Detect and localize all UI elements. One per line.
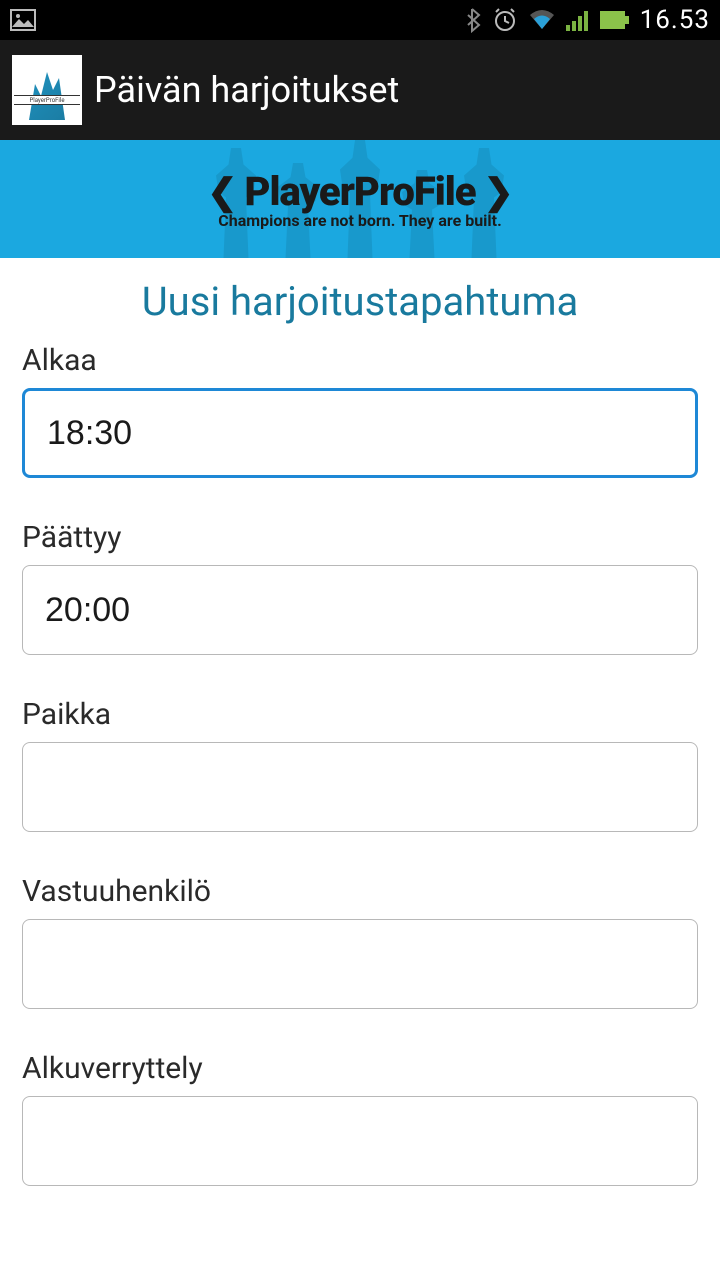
input-paattyy[interactable] [22,565,698,655]
picture-icon [10,9,36,31]
brand-logo: ❮ PlayerProFile ❯ Champions are not born… [207,168,512,230]
app-icon[interactable]: PlayerProFile [12,55,82,125]
battery-icon [600,11,630,29]
bluetooth-icon [464,7,482,33]
form-title: Uusi harjoitustapahtuma [22,278,698,325]
wifi-icon [528,9,556,31]
status-bar: 16.53 [0,0,720,40]
brand-name: PlayerProFile [244,168,475,215]
signal-icon [566,9,590,31]
field-group-paattyy: Päättyy [22,520,698,655]
field-group-alkuverryttely: Alkuverryttely [22,1051,698,1186]
input-alkaa[interactable] [22,388,698,478]
input-paikka[interactable] [22,742,698,832]
label-alkaa: Alkaa [22,343,698,378]
status-time: 16.53 [640,5,710,35]
label-paikka: Paikka [22,697,698,732]
status-right: 16.53 [464,5,710,35]
chevron-left-icon: ❮ [207,171,236,213]
field-group-paikka: Paikka [22,697,698,832]
app-bar-title: Päivän harjoitukset [94,69,399,111]
label-alkuverryttely: Alkuverryttely [22,1051,698,1086]
label-paattyy: Päättyy [22,520,698,555]
field-group-vastuu: Vastuuhenkilö [22,874,698,1009]
app-bar: PlayerProFile Päivän harjoitukset [0,40,720,140]
brand-tagline: Champions are not born. They are built. [207,211,512,230]
status-left [10,9,36,31]
label-vastuu: Vastuuhenkilö [22,874,698,909]
chevron-right-icon: ❯ [484,171,513,213]
input-alkuverryttely[interactable] [22,1096,698,1186]
brand-banner: ❮ PlayerProFile ❯ Champions are not born… [0,140,720,258]
input-vastuu[interactable] [22,919,698,1009]
field-group-alkaa: Alkaa [22,343,698,478]
form-content: Uusi harjoitustapahtuma Alkaa Päättyy Pa… [0,258,720,1186]
alarm-icon [492,7,518,33]
